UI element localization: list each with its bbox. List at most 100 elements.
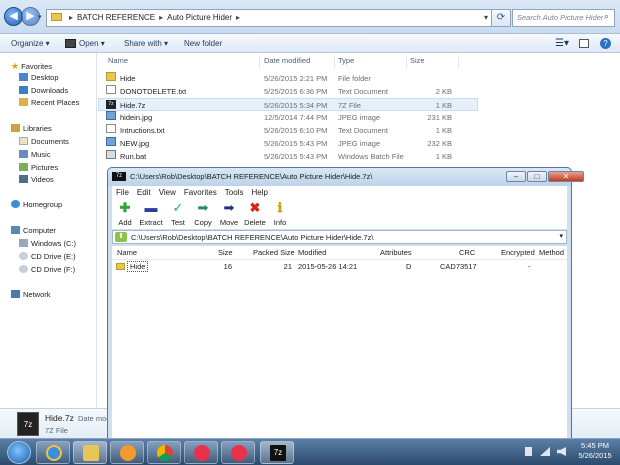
taskbar-itunes-2[interactable] [221, 441, 255, 464]
taskbar-clock[interactable]: 5:45 PM 5/26/2015 [575, 441, 615, 461]
column-divider[interactable] [334, 55, 335, 68]
maximize-button[interactable]: □ [527, 171, 547, 182]
view-options-icon[interactable]: ☰▾ [555, 34, 569, 53]
command-bar: Organize ▾ Open ▾ Share with ▾ New folde… [0, 34, 620, 53]
nav-downloads[interactable]: Downloads [19, 85, 68, 97]
zcol-method[interactable]: Method [539, 248, 564, 257]
delete-button[interactable]: ✖ Delete [242, 200, 268, 228]
open-button[interactable]: Open ▾ [79, 34, 105, 53]
zcol-size[interactable]: Size [218, 248, 233, 257]
network-status-icon[interactable] [540, 447, 550, 456]
breadcrumb-auto-picture-hider[interactable]: Auto Picture Hider [167, 13, 232, 22]
address-field[interactable]: ▸ BATCH REFERENCE ▸ Auto Picture Hider ▸ ▾ [46, 9, 493, 27]
nav-windows-c[interactable]: Windows (C:) [19, 238, 76, 250]
nav-desktop[interactable]: Desktop [19, 72, 59, 84]
minimize-button[interactable]: – [506, 171, 526, 182]
nav-recent-places[interactable]: Recent Places [19, 97, 79, 109]
nav-documents[interactable]: Documents [19, 136, 69, 148]
test-button[interactable]: ✓ Test [165, 201, 191, 228]
move-arrow-icon: ➡ [223, 200, 235, 215]
start-button[interactable] [7, 441, 31, 464]
copy-button[interactable]: ➡ Copy [190, 201, 216, 228]
preview-pane-icon[interactable] [579, 39, 589, 48]
taskbar-chrome[interactable] [147, 441, 181, 464]
search-input[interactable]: Search Auto Picture Hider [512, 9, 615, 27]
file-row-selected[interactable]: 7z Hide.7z 5/26/2015 5:34 PM 7Z File 1 K… [98, 98, 478, 111]
nav-cd-drive-f[interactable]: CD Drive (F:) [19, 264, 75, 276]
move-button[interactable]: ➡ Move [216, 200, 242, 228]
file-row[interactable]: Run.bat 5/26/2015 5:43 PM Windows Batch … [98, 150, 478, 163]
zcol-name[interactable]: Name [117, 248, 137, 257]
tray-flag-icon[interactable] [525, 447, 532, 456]
hard-drive-icon [19, 239, 28, 247]
column-name[interactable]: Name [108, 56, 128, 65]
menu-view[interactable]: View [159, 188, 176, 197]
column-divider[interactable] [259, 55, 260, 68]
new-folder-button[interactable]: New folder [184, 34, 222, 53]
nav-libraries[interactable]: Libraries [11, 123, 52, 135]
volume-icon[interactable] [557, 447, 566, 456]
nav-cd-drive-e[interactable]: CD Drive (E:) [19, 251, 76, 263]
menu-edit[interactable]: Edit [137, 188, 151, 197]
column-divider[interactable] [406, 55, 407, 68]
column-divider[interactable] [458, 55, 459, 68]
column-date-modified[interactable]: Date modified [264, 56, 310, 65]
file-row[interactable]: NEW.jpg 5/26/2015 5:43 PM JPEG image 232… [98, 137, 478, 150]
7zip-title-bar[interactable]: 7z C:\Users\Rob\Desktop\BATCH REFERENCE\… [108, 168, 584, 186]
address-dropdown-icon[interactable]: ▾ [484, 10, 488, 26]
text-file-icon [106, 85, 116, 94]
info-button[interactable]: ℹ Info [267, 201, 293, 228]
file-row[interactable]: hidein.jpg 12/5/2014 7:44 PM JPEG image … [98, 111, 478, 124]
taskbar-windows-explorer[interactable] [73, 441, 107, 464]
file-row[interactable]: Intructions.txt 5/26/2015 6:10 PM Text D… [98, 124, 478, 137]
nav-computer[interactable]: Computer [11, 225, 56, 237]
plus-icon: ✚ [119, 200, 131, 215]
nav-videos[interactable]: Videos [19, 174, 54, 186]
nav-network[interactable]: Network [11, 289, 51, 301]
taskbar-media-player[interactable] [110, 441, 144, 464]
zcol-encrypted[interactable]: Encrypted [501, 248, 535, 257]
help-icon[interactable]: ? [600, 38, 611, 49]
archive-row[interactable]: Hide 16 21 2015-05-26 14:21 D CAD73517 - [112, 260, 567, 274]
zcol-attributes[interactable]: Attributes [380, 248, 412, 257]
path-dropdown-icon[interactable]: ▾ [559, 232, 563, 240]
taskbar-itunes[interactable] [184, 441, 218, 464]
nav-favorites[interactable]: ★ Favorites [11, 60, 52, 72]
itunes-icon [194, 445, 210, 461]
delete-x-icon: ✖ [249, 200, 261, 215]
organize-button[interactable]: Organize ▾ [11, 34, 50, 53]
column-size[interactable]: Size [410, 56, 425, 65]
column-type[interactable]: Type [338, 56, 354, 65]
7zip-path-field[interactable]: ⬆ C:\Users\Rob\Desktop\BATCH REFERENCE\A… [112, 230, 567, 244]
menu-help[interactable]: Help [251, 188, 267, 197]
taskbar-internet-explorer[interactable] [36, 441, 70, 464]
nav-homegroup[interactable]: Homegroup [11, 199, 62, 211]
up-folder-icon[interactable]: ⬆ [115, 232, 127, 242]
add-button[interactable]: ✚ Add [112, 200, 138, 228]
zcol-packed-size[interactable]: Packed Size [253, 248, 295, 257]
share-with-button[interactable]: Share with ▾ [124, 34, 168, 53]
close-button[interactable]: ✕ [548, 171, 584, 182]
history-dropdown-icon[interactable]: ▾ [38, 13, 42, 21]
taskbar: 7z [0, 438, 620, 465]
cd-drive-icon [19, 265, 28, 273]
nav-music[interactable]: Music [19, 149, 51, 161]
zcol-crc[interactable]: CRC [459, 248, 475, 257]
menu-favorites[interactable]: Favorites [184, 188, 217, 197]
search-icon: ⌕ [604, 11, 610, 21]
nav-pictures[interactable]: Pictures [19, 162, 58, 174]
menu-file[interactable]: File [116, 188, 129, 197]
refresh-button[interactable]: ⟳ [491, 9, 511, 27]
breadcrumb-batch-reference[interactable]: BATCH REFERENCE [77, 13, 155, 22]
zcol-modified[interactable]: Modified [298, 248, 326, 257]
file-list-header: Name Date modified Type Size [98, 53, 620, 70]
taskbar-7zip[interactable]: 7z [260, 441, 294, 464]
archive-icon: 7z [17, 412, 39, 436]
menu-tools[interactable]: Tools [225, 188, 244, 197]
file-row[interactable]: DONOTDELETE.txt 5/25/2015 6:36 PM Text D… [98, 85, 478, 98]
file-row[interactable]: Hide 5/26/2015 2:21 PM File folder [98, 72, 478, 85]
internet-explorer-icon [46, 445, 62, 461]
extract-button[interactable]: ▬ Extract [137, 201, 165, 228]
7zip-file-list: Hide 16 21 2015-05-26 14:21 D CAD73517 - [112, 260, 567, 440]
7zip-window: 7z C:\Users\Rob\Desktop\BATCH REFERENCE\… [107, 167, 584, 442]
